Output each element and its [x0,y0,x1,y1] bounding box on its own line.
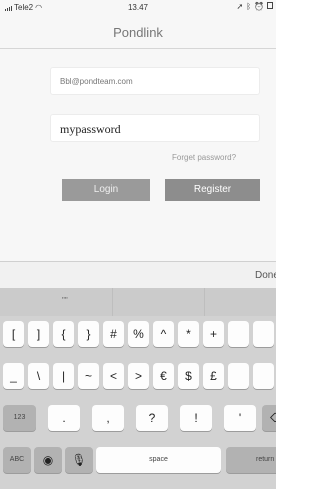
key[interactable]: $ [178,363,199,389]
globe-key[interactable]: ◉ [34,447,62,473]
backspace-icon: ⌫ [270,411,276,425]
key[interactable] [253,363,274,389]
prediction-bar: "" [0,288,276,316]
key[interactable] [228,321,249,347]
register-button[interactable]: Register [165,179,260,201]
backspace-key[interactable]: ⌫ [262,405,276,431]
keyboard-accessory-bar: Done [0,261,276,288]
key[interactable]: £ [203,363,224,389]
key[interactable]: , [92,405,124,431]
key[interactable]: € [153,363,174,389]
abc-key[interactable]: ABC [3,447,31,473]
key[interactable]: ' [224,405,256,431]
key[interactable]: % [128,321,149,347]
status-icons: ➚ ᛒ ⏰ [237,2,273,11]
prediction-slot[interactable] [0,288,113,316]
return-key[interactable]: return [226,447,276,473]
password-field[interactable]: mypassword [50,114,260,142]
prediction-text: "" [62,296,68,305]
nav-title: Pondlink [113,25,163,40]
key[interactable] [228,363,249,389]
key[interactable]: ~ [78,363,99,389]
key[interactable]: ^ [153,321,174,347]
key[interactable]: \ [28,363,49,389]
bluetooth-icon: ᛒ [246,2,252,11]
key[interactable]: | [53,363,74,389]
key[interactable]: { [53,321,74,347]
forgot-password-link[interactable]: Forget password? [172,153,236,162]
email-field[interactable]: Bbl@pondteam.com [50,67,260,95]
password-value: mypassword [60,122,121,136]
numbers-key[interactable]: 123 [3,405,36,431]
done-button[interactable]: Done [255,270,276,281]
key[interactable]: + [203,321,224,347]
prediction-slot[interactable] [113,288,205,316]
email-value: Bbl@pondteam.com [60,77,133,86]
key[interactable]: * [178,321,199,347]
key[interactable]: ] [28,321,49,347]
login-button[interactable]: Login [62,179,150,201]
key[interactable] [253,321,274,347]
keyboard: "" [ ] { } # % ^ * + _ \ | ~ < > € $ £ 1… [0,288,276,489]
microphone-icon: 🎙 [71,453,87,467]
key[interactable]: < [103,363,124,389]
key[interactable]: ! [180,405,212,431]
key[interactable]: _ [3,363,24,389]
status-time: 13.47 [127,3,149,12]
key[interactable]: [ [3,321,24,347]
globe-icon: ◉ [42,453,54,467]
status-bar: Tele2 ◠ 13.47 ➚ ᛒ ⏰ [0,0,276,16]
battery-icon [267,2,273,9]
key[interactable]: # [103,321,124,347]
dictation-key[interactable]: 🎙 [65,447,93,473]
key[interactable]: . [48,405,80,431]
space-key[interactable]: space [96,447,221,473]
key[interactable]: } [78,321,99,347]
login-screen: Tele2 ◠ 13.47 ➚ ᛒ ⏰ Pondlink Bbl@pondtea… [0,0,276,489]
nav-divider [0,48,276,49]
alarm-icon: ⏰ [254,2,264,11]
location-icon: ➚ [236,2,244,11]
key[interactable]: > [128,363,149,389]
key[interactable]: ? [136,405,168,431]
